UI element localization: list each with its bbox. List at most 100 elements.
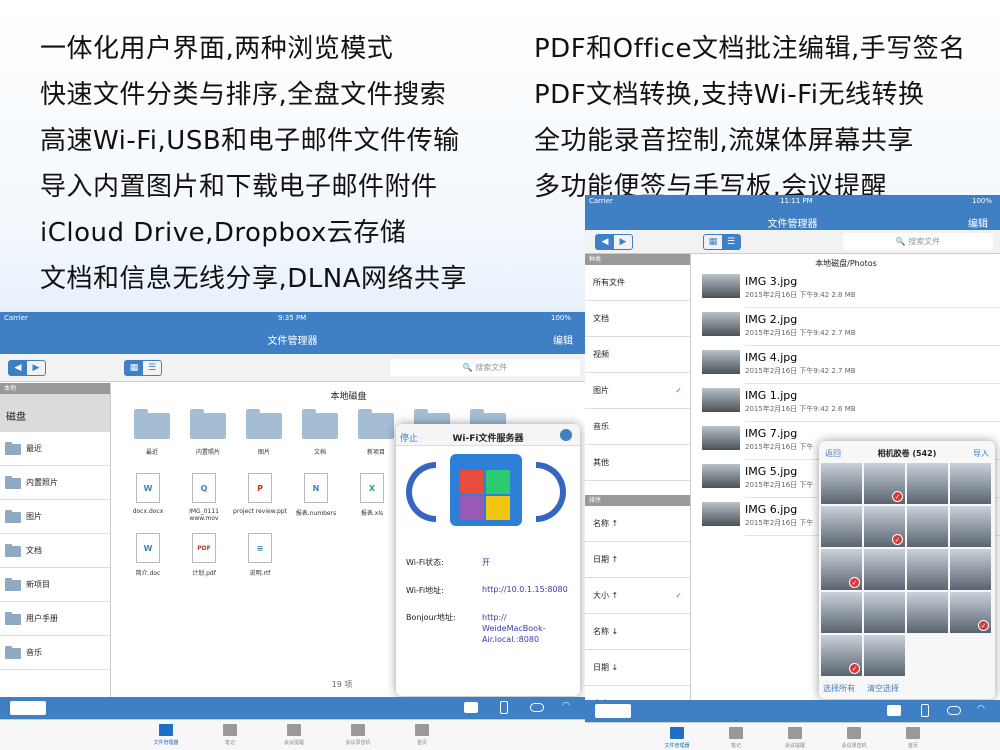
- category-item[interactable]: 所有文件: [585, 265, 690, 301]
- file-name[interactable]: IMG 1.jpg: [745, 389, 797, 402]
- photo-thumbnail[interactable]: [864, 592, 905, 633]
- forward-arrow-icon[interactable]: ▶: [27, 361, 45, 375]
- document-icon[interactable]: P: [248, 473, 272, 503]
- search-input[interactable]: 🔍 搜索文件: [843, 233, 993, 250]
- nav-arrows[interactable]: ◀ ▶: [8, 360, 46, 376]
- tab-2[interactable]: 会议提醒: [264, 720, 324, 746]
- photo-thumbnail[interactable]: [821, 506, 862, 547]
- sidebar-item[interactable]: 音乐: [0, 636, 110, 670]
- photo-thumbnail[interactable]: [950, 506, 991, 547]
- clear-selection-button[interactable]: 清空选择: [867, 683, 899, 694]
- search-input[interactable]: 🔍 搜索文件: [390, 359, 580, 376]
- sort-item[interactable]: 日期 ↑: [585, 542, 690, 578]
- photo-thumbnail[interactable]: [907, 463, 948, 504]
- image-thumbnail[interactable]: [702, 312, 740, 336]
- document-icon[interactable]: W: [136, 533, 160, 563]
- folder-icon[interactable]: [190, 409, 226, 439]
- folder-icon[interactable]: [134, 409, 170, 439]
- document-icon[interactable]: W: [136, 473, 160, 503]
- photo-thumbnail[interactable]: ✓: [864, 506, 905, 547]
- sidebar-item[interactable]: 文档: [0, 534, 110, 568]
- photo-thumbnail[interactable]: [950, 463, 991, 504]
- bonjour-value[interactable]: http:// WeideMacBook-Air.local.:8080: [482, 612, 572, 645]
- photo-thumbnail[interactable]: [821, 592, 862, 633]
- image-thumbnail[interactable]: [702, 464, 740, 488]
- file-name[interactable]: IMG 7.jpg: [745, 427, 797, 440]
- list-view-icon[interactable]: ☰: [722, 235, 740, 249]
- file-name[interactable]: IMG 3.jpg: [745, 275, 797, 288]
- folder-icon[interactable]: [358, 409, 394, 439]
- photo-thumbnail[interactable]: ✓: [864, 463, 905, 504]
- sidebar-item[interactable]: 图片: [0, 500, 110, 534]
- document-icon[interactable]: PDF: [192, 533, 216, 563]
- wifi-icon[interactable]: ◠: [977, 704, 989, 716]
- sidebar-item[interactable]: 最近: [0, 432, 110, 466]
- folder-icon[interactable]: [246, 409, 282, 439]
- tab-0[interactable]: 文件管理器: [136, 720, 196, 746]
- photo-thumbnail[interactable]: [864, 549, 905, 590]
- document-icon[interactable]: N: [304, 473, 328, 503]
- grid-view-icon[interactable]: ▦: [125, 361, 143, 375]
- file-name[interactable]: IMG 2.jpg: [745, 313, 797, 326]
- list-view-icon[interactable]: ☰: [143, 361, 161, 375]
- file-name[interactable]: IMG 6.jpg: [745, 503, 797, 516]
- camera-icon[interactable]: [464, 702, 478, 713]
- sort-item[interactable]: 名称 ↑: [585, 506, 690, 542]
- photo-thumbnail[interactable]: [950, 549, 991, 590]
- folder-icon[interactable]: [302, 409, 338, 439]
- sidebar-item[interactable]: 新项目: [0, 568, 110, 602]
- import-button[interactable]: 导入: [973, 448, 989, 459]
- image-thumbnail[interactable]: [702, 350, 740, 374]
- image-thumbnail[interactable]: [702, 274, 740, 298]
- storage-toggle[interactable]: [10, 701, 46, 715]
- photo-thumbnail[interactable]: ✓: [821, 549, 862, 590]
- camera-icon[interactable]: [887, 705, 901, 716]
- view-toggle[interactable]: ▦ ☰: [124, 360, 162, 376]
- nav-arrows[interactable]: ◀ ▶: [595, 234, 633, 250]
- sidebar-item-disk[interactable]: 磁盘: [0, 394, 110, 432]
- image-thumbnail[interactable]: [702, 426, 740, 450]
- usb-icon[interactable]: [921, 704, 929, 717]
- sort-item[interactable]: 名称 ↓: [585, 614, 690, 650]
- tab-4[interactable]: 首页: [392, 720, 452, 746]
- usb-icon[interactable]: [500, 701, 508, 714]
- sort-item[interactable]: 日期 ↓: [585, 650, 690, 686]
- photo-thumbnail[interactable]: ✓: [821, 635, 862, 676]
- photo-thumbnail[interactable]: [907, 549, 948, 590]
- wifi-address-value[interactable]: http://10.0.1.15:8080: [482, 585, 568, 594]
- sidebar-item[interactable]: 内置照片: [0, 466, 110, 500]
- edit-button[interactable]: 编辑: [968, 215, 988, 230]
- document-icon[interactable]: ≡: [248, 533, 272, 563]
- view-toggle[interactable]: ▦ ☰: [703, 234, 741, 250]
- photo-thumbnail[interactable]: [864, 635, 905, 676]
- category-item[interactable]: 文档: [585, 301, 690, 337]
- photo-thumbnail[interactable]: ✓: [950, 592, 991, 633]
- photo-thumbnail[interactable]: [907, 592, 948, 633]
- storage-toggle[interactable]: [595, 704, 631, 718]
- back-arrow-icon[interactable]: ◀: [596, 235, 614, 249]
- image-thumbnail[interactable]: [702, 502, 740, 526]
- sidebar-item[interactable]: 用户手册: [0, 602, 110, 636]
- file-name[interactable]: IMG 4.jpg: [745, 351, 797, 364]
- image-thumbnail[interactable]: [702, 388, 740, 412]
- tab-3[interactable]: 会议录音机: [328, 720, 388, 746]
- back-arrow-icon[interactable]: ◀: [9, 361, 27, 375]
- tab-1[interactable]: 笔记: [200, 720, 260, 746]
- sort-item[interactable]: 大小 ↑ ✓: [585, 578, 690, 614]
- tab-1[interactable]: 笔记: [706, 723, 766, 749]
- cloud-icon[interactable]: [947, 706, 961, 715]
- gear-icon[interactable]: [560, 429, 572, 441]
- photo-thumbnail[interactable]: [821, 463, 862, 504]
- tab-2[interactable]: 会议提醒: [765, 723, 825, 749]
- edit-button[interactable]: 编辑: [553, 332, 573, 347]
- category-item[interactable]: 图片 ✓: [585, 373, 690, 409]
- tab-4[interactable]: 首页: [883, 723, 943, 749]
- photo-thumbnail[interactable]: [907, 506, 948, 547]
- grid-view-icon[interactable]: ▦: [704, 235, 722, 249]
- category-item[interactable]: 音乐: [585, 409, 690, 445]
- file-name[interactable]: IMG 5.jpg: [745, 465, 797, 478]
- select-all-button[interactable]: 选择所有: [823, 683, 855, 694]
- wifi-icon[interactable]: ◠: [562, 701, 574, 713]
- category-item[interactable]: 其他: [585, 445, 690, 481]
- category-item[interactable]: 视频: [585, 337, 690, 373]
